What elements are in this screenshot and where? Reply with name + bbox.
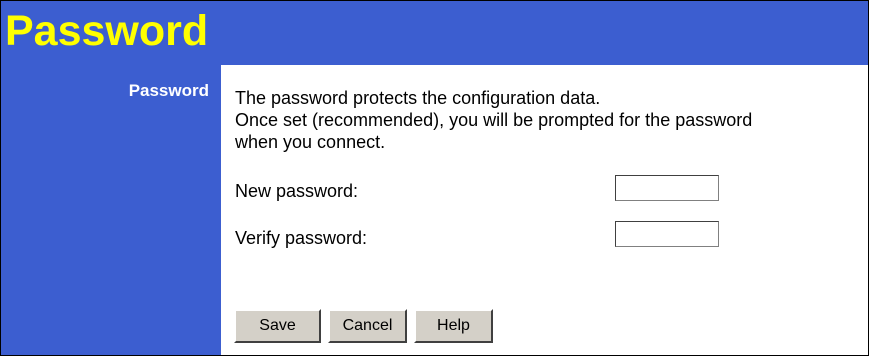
verify-password-field[interactable] bbox=[615, 221, 719, 247]
new-password-field[interactable] bbox=[615, 175, 719, 201]
sidebar-section-label: Password bbox=[128, 81, 209, 100]
cancel-button[interactable]: Cancel bbox=[328, 309, 407, 343]
title-bar: Password bbox=[1, 1, 868, 65]
page-frame: Password Password The password protects … bbox=[0, 0, 869, 356]
new-password-label: New password: bbox=[235, 181, 359, 201]
help-button[interactable]: Help bbox=[414, 309, 493, 343]
description-line: The password protects the configuration … bbox=[235, 88, 601, 108]
page-title: Password bbox=[5, 7, 209, 55]
description-line: when you connect. bbox=[235, 132, 386, 152]
main-content: The password protects the configuration … bbox=[221, 65, 868, 355]
description-line: Once set (recommended), you will be prom… bbox=[235, 110, 753, 130]
description-text: The password protects the configuration … bbox=[235, 87, 865, 153]
verify-password-label: Verify password: bbox=[235, 228, 368, 248]
sidebar: Password bbox=[1, 65, 221, 355]
save-button[interactable]: Save bbox=[234, 309, 321, 343]
